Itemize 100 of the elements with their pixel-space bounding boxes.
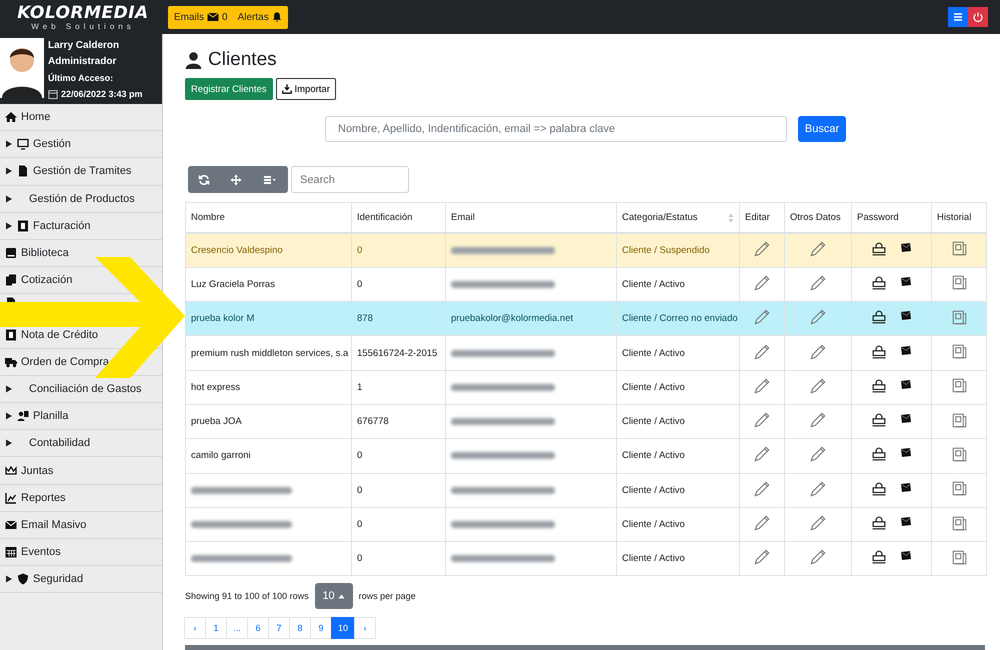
sidebar-item[interactable]: Biblioteca [5,247,69,260]
page-link[interactable]: › [354,617,376,640]
page-link[interactable]: 9 [310,617,332,640]
client-id: 1 [357,382,362,393]
page-link[interactable]: ... [226,617,248,640]
client-id: 0 [357,450,362,462]
brand-logo[interactable]: KOLORMEDIA [17,4,149,22]
last-access-label: Último Acceso: [48,72,114,85]
client-email: pruebakolor@kolormedia.net [451,313,574,324]
sidebar-item[interactable]: Gestión de Tramites [5,165,132,178]
pencil-icon [754,344,770,360]
page-link[interactable]: 8 [289,617,311,640]
pencil-icon [810,274,826,291]
sidebar-item[interactable]: Contabilidad [5,437,90,450]
sidebar-item[interactable]: Seguridad [5,573,84,586]
power-button[interactable] [968,7,988,27]
page-link[interactable]: 6 [247,617,269,640]
sidebar-item[interactable]: Orden de Compra [5,356,110,368]
sidebar-item[interactable]: Gestión [5,138,71,150]
page-size-button[interactable]: 10 [314,583,353,610]
envelope-icon [900,242,912,254]
client-status: Cliente / Activo [622,553,685,564]
pencil-icon [754,309,770,326]
document-icon [952,446,966,462]
client-status: Cliente / Activo [622,382,685,393]
pencil-icon [754,446,770,462]
alerts-link[interactable]: Alertas [238,12,282,22]
sidebar-item[interactable]: Nota de Crédito [5,328,98,341]
pencil-icon [810,378,826,394]
pencil-icon [754,240,770,257]
pencil-icon [754,412,770,428]
file-icon [17,165,29,178]
envelope-icon [900,482,912,494]
monitor-icon [17,138,29,150]
page-link[interactable]: 1 [205,617,227,640]
client-id: 676778 [357,416,389,428]
document-icon [952,275,966,290]
import-button[interactable]: Importar [276,78,336,100]
rows-summary: Showing 91 to 100 of 100 rows [185,591,309,602]
sidebar-item[interactable]: Email Masivo [5,518,86,531]
sidebar-item[interactable]: Cotización [5,274,72,286]
client-id: 155616724-2-2015 [357,348,438,359]
sidebar-item[interactable]: Juntas [5,464,54,477]
register-button[interactable]: Registrar Clientes [185,78,272,100]
client-name: premium rush middleton services, s.a [191,348,348,359]
sidebar-item[interactable]: Gestión de Productos [5,192,135,205]
lock-icon [872,550,886,564]
people-icon [17,410,29,422]
sidebar-item[interactable]: Eventos [5,546,61,558]
document-icon [952,378,966,394]
copy-icon [5,274,17,286]
sidebar-item[interactable]: Planilla [5,410,68,422]
document-icon [952,516,966,531]
page-link[interactable]: ‹ [184,617,206,640]
pencil-icon [754,480,770,497]
pencil-icon [810,549,826,566]
envelope-icon [900,516,912,528]
sidebar-item[interactable]: Conciliación de Gastos [5,382,142,395]
envelope-icon [900,310,912,322]
lock-icon [872,447,886,462]
pencil-icon [754,274,770,291]
document-icon [952,550,966,565]
lock-icon [872,310,886,324]
calendar-icon [5,546,17,558]
sidebar-item[interactable]: Home [5,111,50,124]
move-icon [230,174,242,186]
calendar-icon [48,89,58,99]
home-icon [5,111,17,124]
search-button[interactable]: Buscar [798,116,846,142]
emails-link[interactable]: Emails 0 [174,11,228,23]
client-name: Luz Graciela Porras [191,278,275,290]
pencil-icon [810,480,826,497]
client-id: 0 [357,278,362,290]
page-link[interactable]: 10 [331,617,356,640]
sidebar-item[interactable]: Facturación [5,220,90,232]
lock-icon [872,276,886,290]
user-role: Administrador [48,55,118,69]
envelope-icon [900,378,912,391]
client-id: 0 [357,553,362,564]
client-status: Cliente / Activo [622,348,685,359]
client-status: Cliente / Activo [622,519,685,530]
chart-icon [5,492,17,504]
client-name: hot express [191,382,240,393]
download-icon [282,84,292,94]
client-status: Cliente / Suspendido [622,244,710,256]
client-name: camilo garroni [191,450,251,462]
document-icon [952,481,966,496]
table-search-field[interactable]: Search [291,166,409,193]
client-name: prueba kolor M [191,313,254,324]
lock-icon [872,344,886,359]
user-icon [185,52,202,68]
page-link[interactable]: 7 [268,617,290,640]
menu-button[interactable] [948,7,968,27]
document-icon [952,344,966,360]
search-field[interactable]: Nombre, Apellido, Indentificación, email => palabra clave [325,116,787,142]
last-access-date: 22/06/2022 3:43 pm [61,88,143,101]
envelope-icon [900,344,912,357]
pencil-icon [810,515,826,532]
pencil-icon [810,240,826,257]
sidebar-item[interactable]: Reportes [5,492,66,504]
